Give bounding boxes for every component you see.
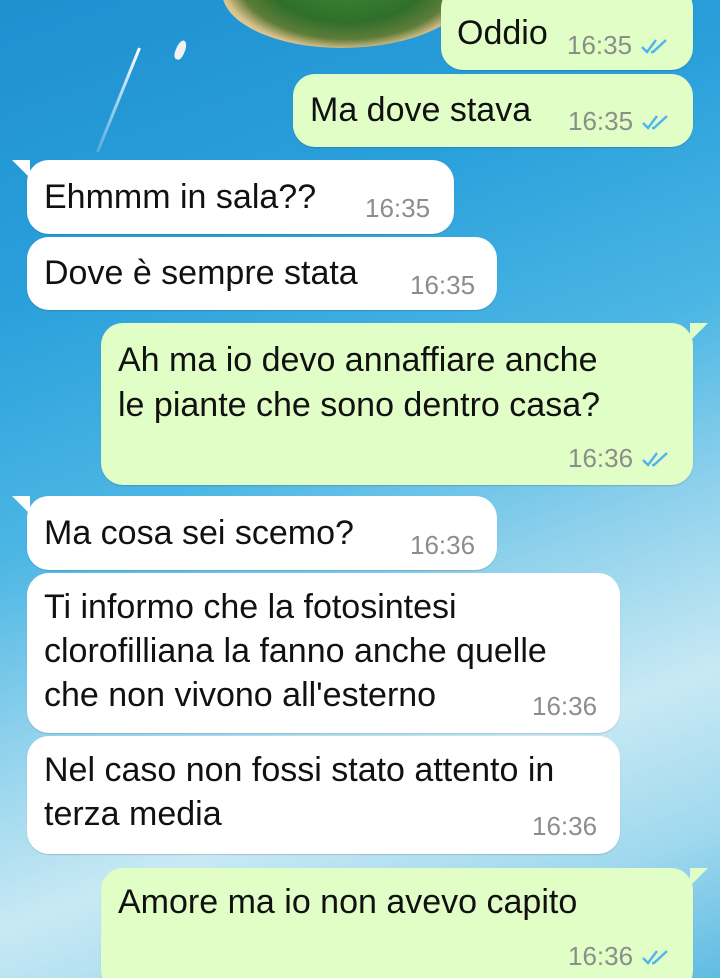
message-bubble-outgoing[interactable]: Amore ma io non avevo capito 16:36 (101, 868, 693, 978)
message-bubble-incoming[interactable]: Dove è sempre stata 16:35 (27, 237, 497, 310)
message-text: Amore ma io non avevo capito (118, 883, 578, 921)
message-meta: 16:36 (568, 941, 669, 971)
message-time: 16:36 (568, 443, 634, 473)
message-meta: 16:35 (410, 270, 475, 300)
message-time: 16:35 (365, 193, 431, 223)
message-text: Ehmmm in sala?? (44, 178, 317, 216)
message-meta: 16:36 (532, 691, 597, 721)
message-bubble-incoming[interactable]: Ma cosa sei scemo? 16:36 (27, 496, 497, 570)
message-bubble-outgoing[interactable]: Ah ma io devo annaffiare anche le piante… (101, 323, 693, 485)
message-bubble-outgoing[interactable]: Ma dove stava 16:35 (293, 74, 693, 147)
message-time: 16:36 (568, 941, 634, 971)
bubble-tail (690, 868, 708, 886)
message-time: 16:36 (532, 811, 598, 841)
wallpaper-boat-wake (96, 47, 141, 153)
message-time: 16:36 (410, 530, 476, 560)
message-text-line: Ah ma io devo annaffiare anche (118, 341, 598, 379)
message-text-line: clorofilliana la fanno anche quelle (44, 632, 547, 670)
message-bubble-incoming[interactable]: Ehmmm in sala?? 16:35 (27, 160, 454, 234)
message-meta: 16:36 (568, 443, 669, 473)
message-time: 16:35 (568, 106, 634, 136)
message-time: 16:36 (532, 691, 598, 721)
double-check-read-icon (642, 452, 668, 467)
double-check-read-icon (641, 39, 667, 54)
bubble-tail (690, 323, 708, 341)
double-check-read-icon (642, 950, 668, 965)
message-time: 16:35 (410, 270, 476, 300)
message-bubble-incoming[interactable]: Nel caso non fossi stato attento in terz… (27, 736, 620, 854)
message-bubble-incoming[interactable]: Ti informo che la fotosintesi clorofilli… (27, 573, 620, 733)
message-text-line: terza media (44, 795, 222, 833)
message-meta: 16:36 (410, 530, 475, 560)
message-text: Ma dove stava (310, 91, 532, 129)
message-meta: 16:35 (365, 193, 430, 223)
message-meta: 16:36 (532, 811, 597, 841)
message-text: Dove è sempre stata (44, 254, 358, 292)
message-text-line: Nel caso non fossi stato attento in (44, 751, 555, 789)
message-text-line: che non vivono all'esterno (44, 676, 437, 714)
double-check-read-icon (642, 115, 668, 130)
message-text: Ma cosa sei scemo? (44, 514, 354, 552)
message-meta: 16:35 (568, 106, 669, 136)
message-text-line: Ti informo che la fotosintesi (44, 588, 457, 626)
wallpaper-boat (172, 39, 189, 61)
message-meta: 16:35 (567, 30, 668, 60)
message-text: Oddio (457, 14, 548, 52)
message-bubble-outgoing[interactable]: Oddio 16:35 (441, 0, 693, 70)
message-time: 16:35 (567, 30, 633, 60)
wallpaper-island (222, 0, 472, 48)
message-text-line: le piante che sono dentro casa? (118, 386, 601, 424)
